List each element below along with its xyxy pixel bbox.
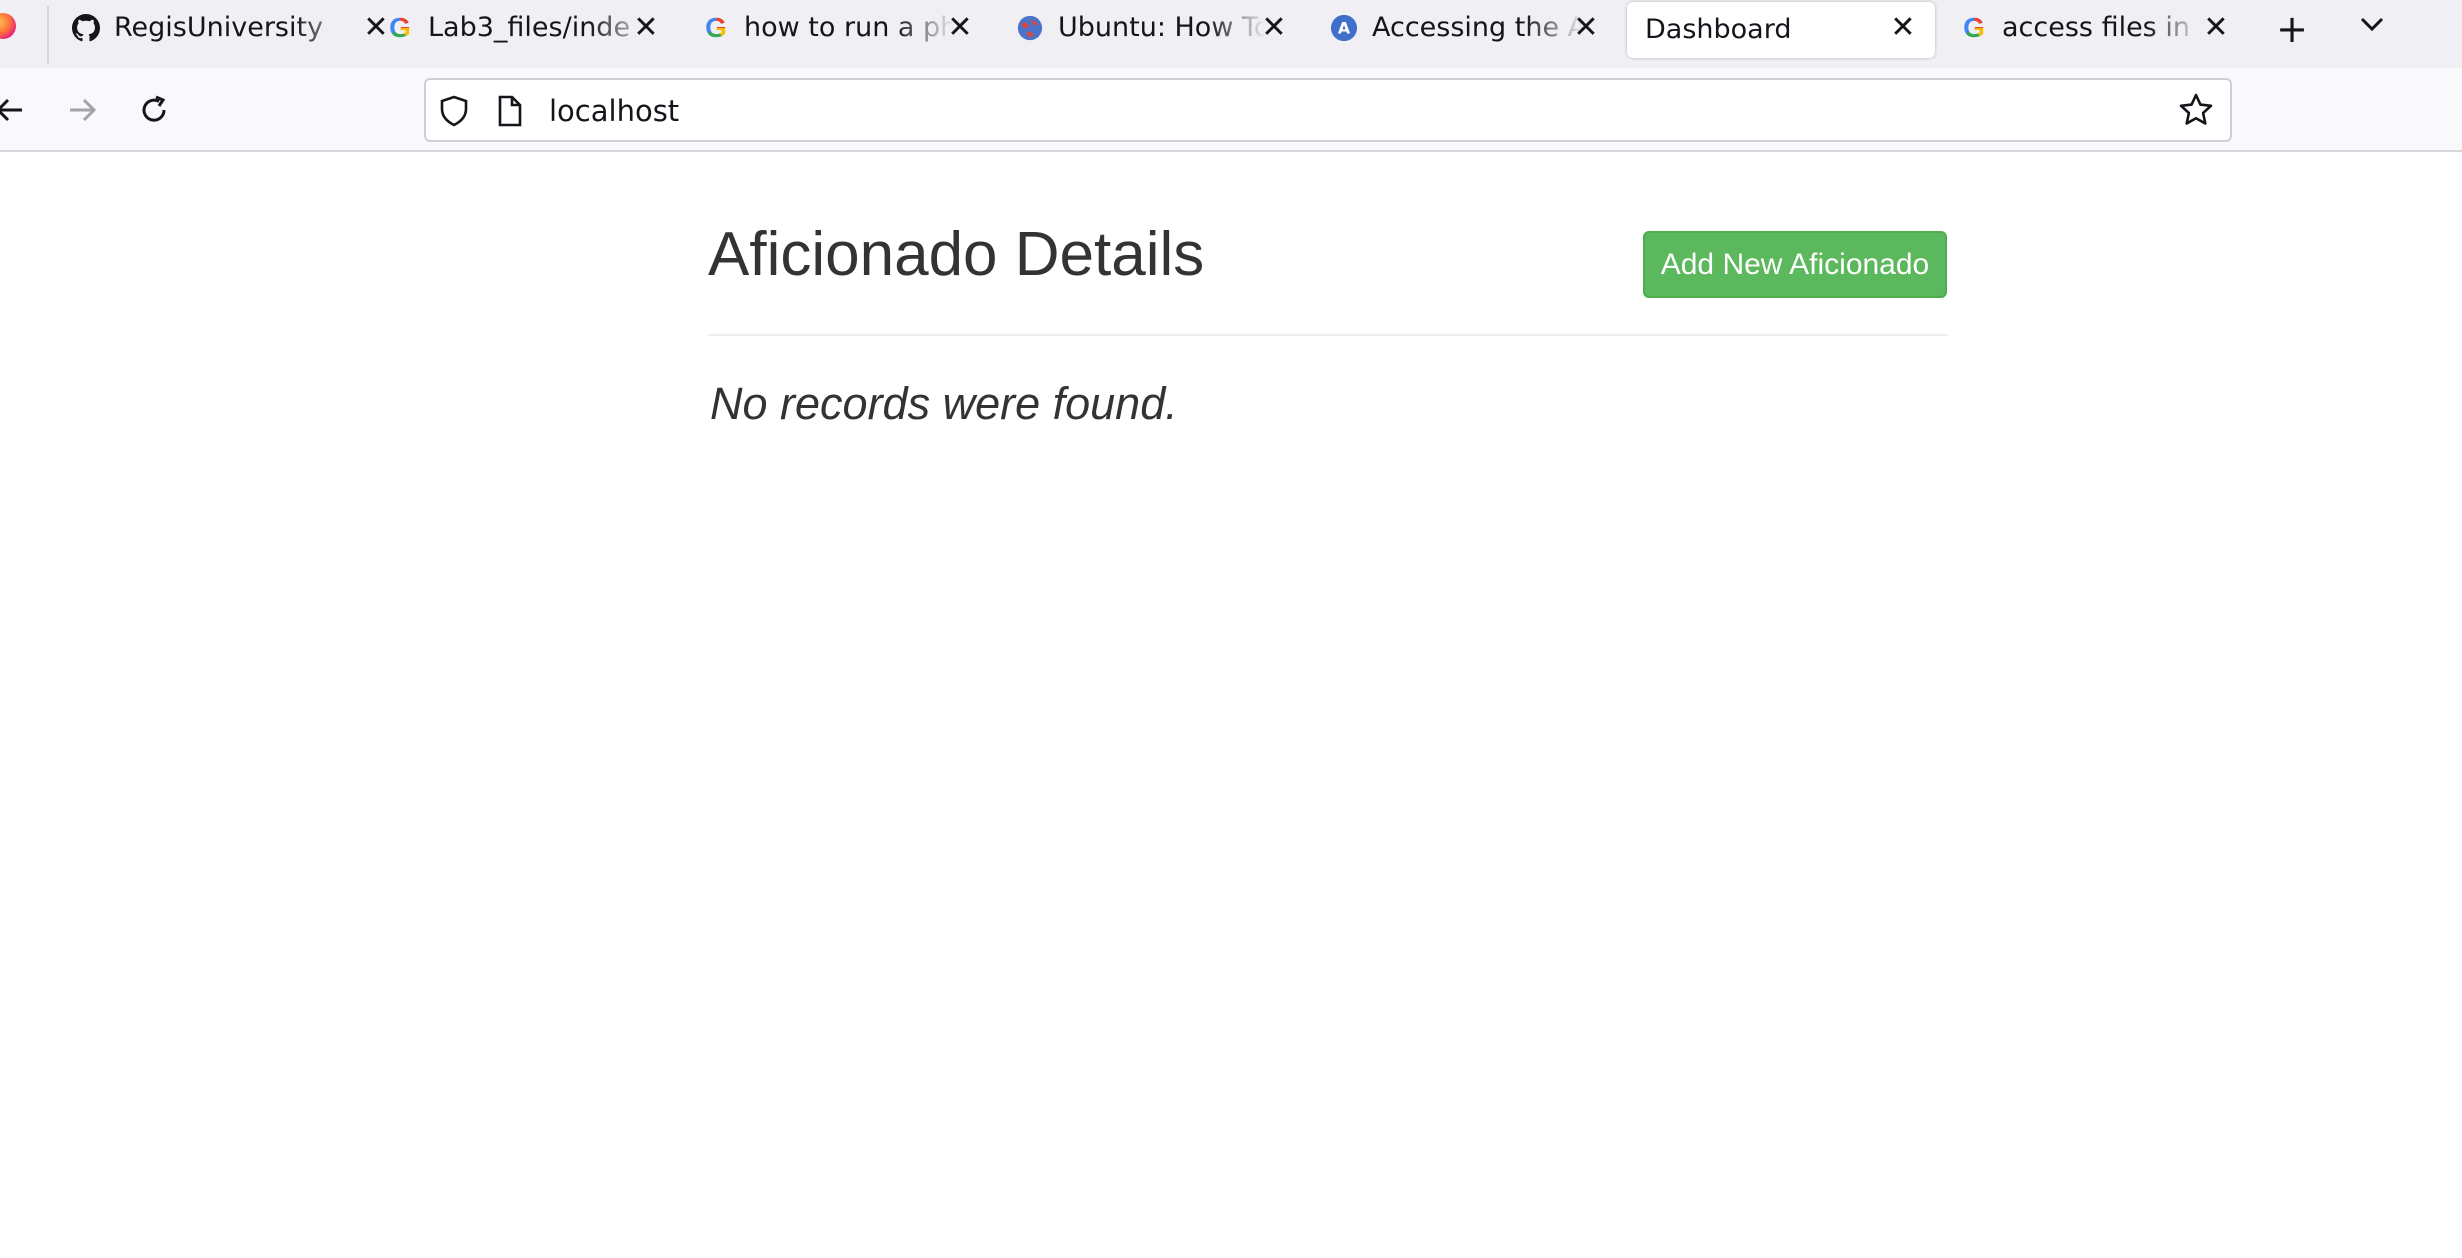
tab-title: how to run a ph [744,12,954,43]
close-icon[interactable]: ✕ [1887,12,1919,44]
google-icon: G [705,12,727,43]
google-icon: G [1963,12,1985,43]
arrow-right-icon [70,98,97,122]
forward-button[interactable] [58,86,106,134]
close-icon[interactable]: ✕ [944,12,976,44]
add-new-aficionado-button[interactable]: Add New Aficionado [1643,231,1947,298]
page-title: Aficionado Details [708,220,1205,289]
back-button[interactable] [0,86,34,134]
tab-dashboard[interactable]: Dashboard ✕ [1627,2,1935,58]
reload-icon [142,95,166,122]
url-bar[interactable]: localhost [424,78,2232,142]
tab-title: RegisUniversity [114,12,324,43]
tab-title: Ubuntu: How To [1058,12,1266,43]
list-all-tabs-button[interactable] [2350,6,2394,46]
tab-ubuntu-how-to[interactable]: Ubuntu: How To ✕ [990,0,1290,55]
tab-access-files[interactable]: G access files in a ✕ [1948,0,2248,55]
tab-accessing-the[interactable]: A Accessing the A ✕ [1304,0,1604,55]
tab-title: Dashboard [1645,14,1792,45]
google-icon: G [389,12,411,43]
tab-how-to-run[interactable]: G how to run a ph ✕ [676,0,976,55]
close-icon[interactable]: ✕ [1258,12,1290,44]
a-circle-icon: A [1330,14,1358,42]
close-icon[interactable]: ✕ [2200,12,2232,44]
reload-button[interactable] [130,86,178,134]
close-icon[interactable]: ✕ [1570,12,1602,44]
divider [708,334,1948,336]
empty-state-message: No records were found. [710,378,1178,429]
shield-icon[interactable] [438,94,470,132]
url-text[interactable]: localhost [549,94,679,128]
tab-title: access files in a [2002,12,2202,43]
tab-lab3-files[interactable]: G Lab3_files/inde ✕ [360,0,660,55]
tab-strip: RegisUniversity ✕ G Lab3_files/inde ✕ G … [0,0,2462,68]
page-icon [496,94,524,132]
new-tab-button[interactable]: + [2270,9,2314,49]
bookmark-star-icon[interactable] [2178,92,2214,132]
tab-title: Accessing the A [1372,12,1584,43]
github-icon [72,14,100,42]
arrow-left-icon [0,98,22,122]
chevron-down-icon [2360,17,2384,32]
firefox-logo-icon [0,13,16,39]
globe-icon [1016,14,1044,42]
close-icon[interactable]: ✕ [630,12,662,44]
navigation-toolbar: localhost [0,68,2462,152]
tab-title: Lab3_files/inde [428,12,631,43]
tab-regisuniversity[interactable]: RegisUniversity ✕ [46,0,389,55]
svg-text:A: A [1338,19,1351,38]
